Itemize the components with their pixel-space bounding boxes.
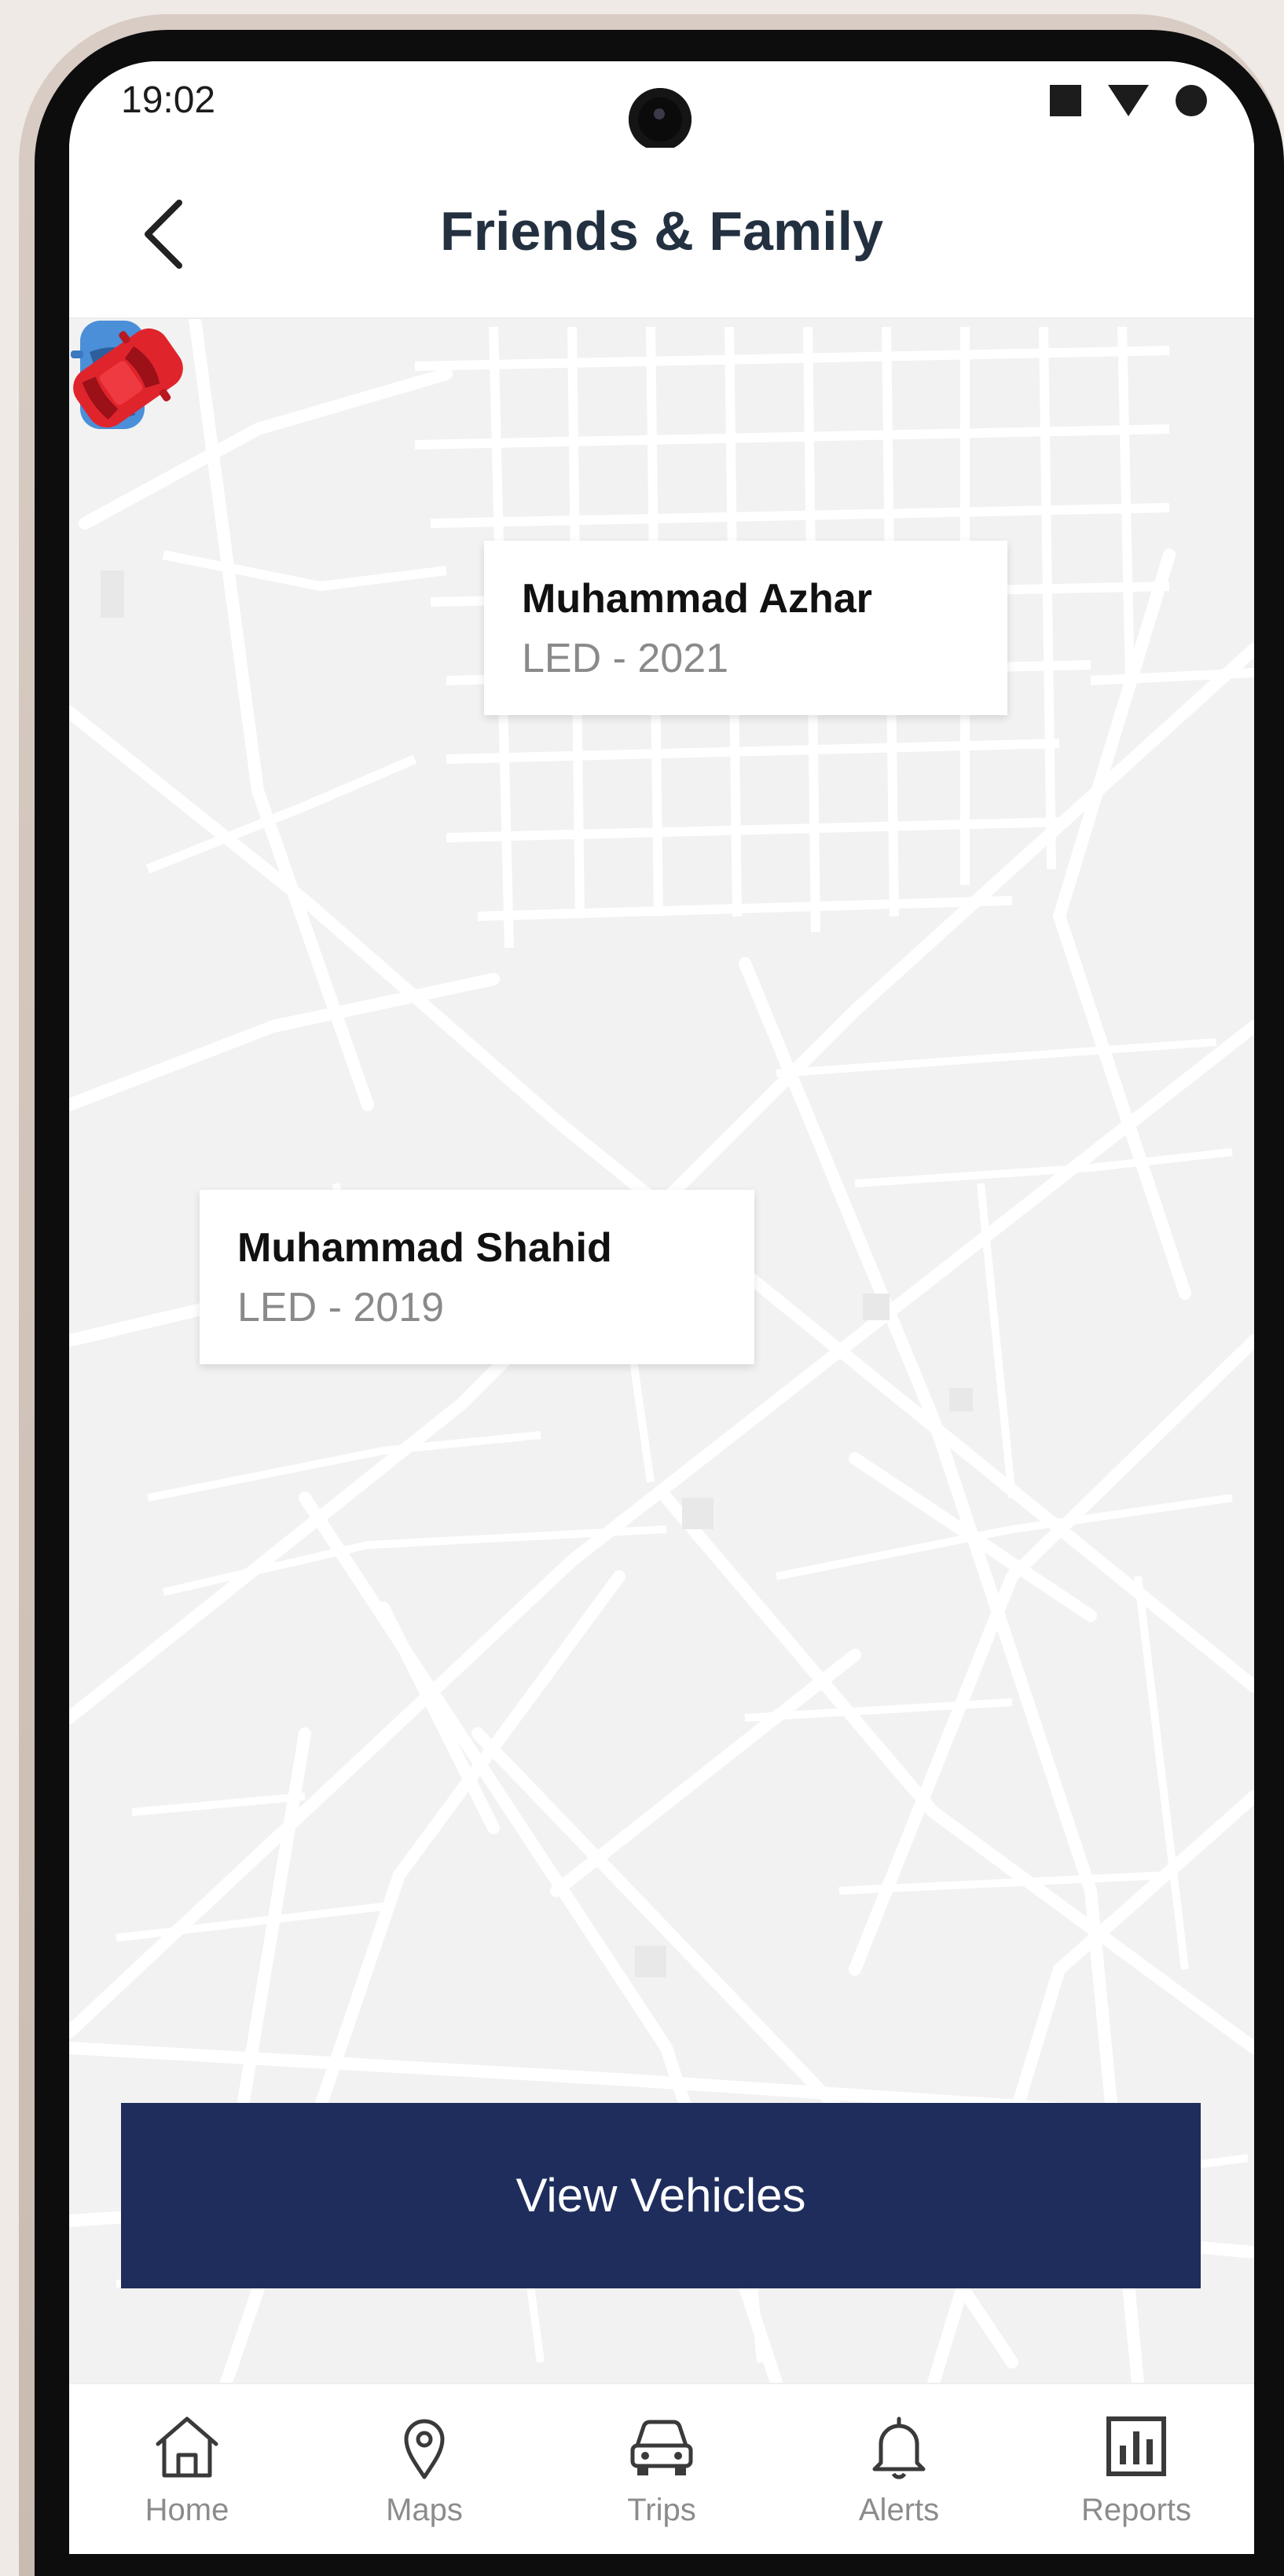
- view-vehicles-button[interactable]: View Vehicles: [121, 2103, 1201, 2288]
- nav-trips[interactable]: Trips: [544, 2384, 780, 2554]
- driver-name: Muhammad Shahid: [237, 1225, 612, 1271]
- car-icon: [630, 2420, 693, 2475]
- bottom-navigation: Home Maps Trips Alerts Reports: [69, 2383, 1254, 2554]
- page-title: Friends & Family: [439, 200, 884, 262]
- status-bar: 19:02: [69, 61, 1254, 151]
- map-view[interactable]: Muhammad Azhar LED - 2021 Muhammad Shahi…: [69, 319, 1254, 2383]
- home-icon: [156, 2416, 218, 2478]
- nav-home[interactable]: Home: [69, 2384, 305, 2554]
- app-header: Friends & Family: [69, 148, 1254, 319]
- map-pin-icon: [404, 2419, 445, 2479]
- map-callout-azhar[interactable]: Muhammad Azhar LED - 2021: [484, 541, 1007, 715]
- stop-icon: [1050, 85, 1081, 116]
- red-car-marker[interactable]: [69, 319, 187, 437]
- driver-name: Muhammad Azhar: [522, 576, 872, 622]
- nav-label: Maps: [386, 2493, 463, 2527]
- nav-label: Reports: [1080, 2493, 1192, 2527]
- status-icons: [1050, 83, 1207, 118]
- vehicle-model: LED - 2021: [522, 636, 729, 681]
- nav-reports[interactable]: Reports: [1018, 2384, 1254, 2554]
- wifi-icon: [1108, 85, 1149, 116]
- nav-label: Home: [145, 2493, 229, 2527]
- nav-label: Alerts: [858, 2493, 940, 2527]
- bell-icon: [872, 2416, 926, 2479]
- bar-chart-icon: [1106, 2416, 1166, 2476]
- dot-icon: [1176, 85, 1207, 116]
- nav-maps[interactable]: Maps: [306, 2384, 542, 2554]
- nav-alerts[interactable]: Alerts: [781, 2384, 1017, 2554]
- status-time: 19:02: [121, 79, 216, 121]
- nav-label: Trips: [627, 2493, 696, 2527]
- phone-screen: 19:02 Friends & Family Muhammad Azhar LE…: [69, 61, 1254, 2554]
- vehicle-model: LED - 2019: [237, 1285, 445, 1330]
- front-camera: [629, 88, 692, 151]
- map-callout-shahid[interactable]: Muhammad Shahid LED - 2019: [200, 1190, 754, 1364]
